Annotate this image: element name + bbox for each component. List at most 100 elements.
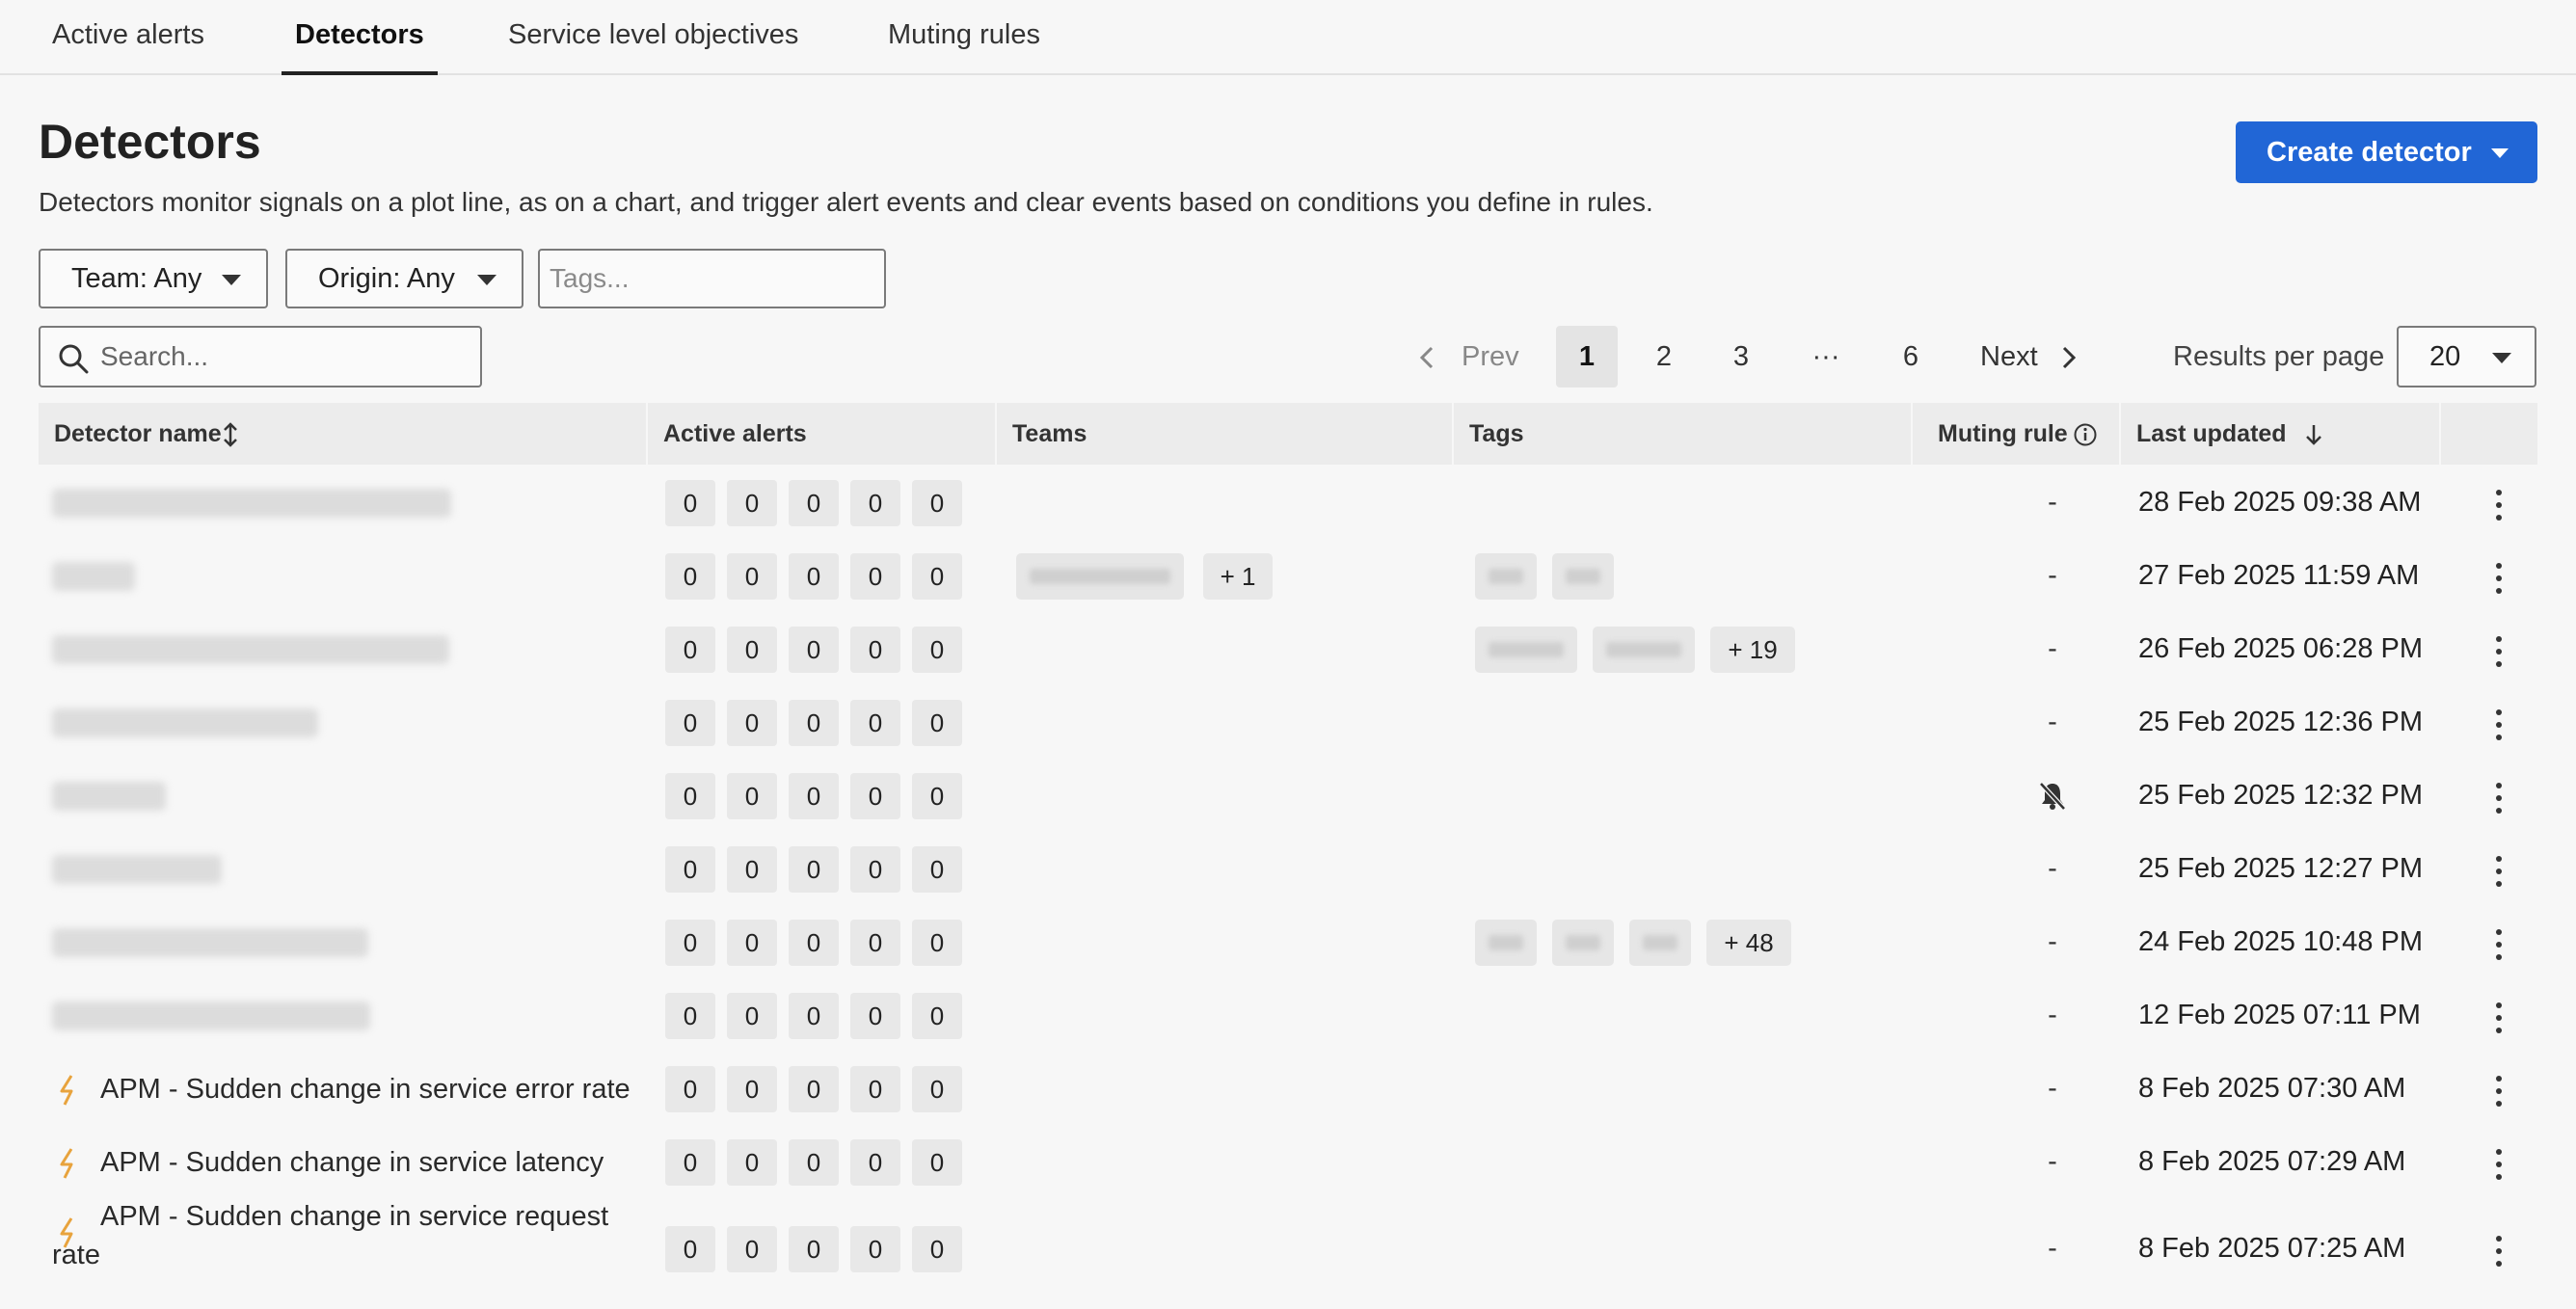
tag-chip-redacted[interactable] xyxy=(1629,920,1691,966)
tag-chip-redacted[interactable] xyxy=(1552,553,1614,600)
detector-name-link[interactable]: APM - Sudden change in service latency xyxy=(100,1143,604,1182)
alert-count-badge: 0 xyxy=(727,627,777,673)
alert-count-badge: 0 xyxy=(789,920,839,966)
tab-active-alerts[interactable]: Active alerts xyxy=(39,0,218,75)
bell-slash-icon[interactable] xyxy=(2038,781,2067,812)
prev-page-button[interactable]: Prev xyxy=(1413,326,1529,387)
detector-name-redacted[interactable] xyxy=(52,708,318,737)
alert-count-badge: 0 xyxy=(789,993,839,1039)
chevron-left-icon xyxy=(1419,346,1434,369)
alert-count-badge: 0 xyxy=(665,627,715,673)
next-page-button[interactable]: Next xyxy=(1967,326,2092,387)
alert-count-badge: 0 xyxy=(912,1139,962,1186)
tag-chip-redacted[interactable] xyxy=(1475,920,1537,966)
last-updated-value: 25 Feb 2025 12:36 PM xyxy=(2138,707,2424,737)
table-header: Detector name Active alerts Teams Tags M… xyxy=(39,403,2537,465)
detector-name-redacted[interactable] xyxy=(52,928,368,957)
detector-name-redacted[interactable] xyxy=(52,489,451,518)
detector-name-link[interactable]: APM - Sudden change in service request ra… xyxy=(52,1197,608,1274)
kebab-menu-icon[interactable] xyxy=(2487,1232,2510,1270)
tag-chip-redacted[interactable] xyxy=(1475,553,1537,600)
page-2-button[interactable]: 2 xyxy=(1633,326,1695,387)
origin-filter-dropdown[interactable]: Origin: Any xyxy=(285,249,523,308)
kebab-menu-icon[interactable] xyxy=(2487,779,2510,817)
kebab-menu-icon[interactable] xyxy=(2487,486,2510,524)
results-per-page-value: 20 xyxy=(2429,340,2461,372)
info-icon[interactable] xyxy=(2073,422,2098,447)
kebab-menu-icon[interactable] xyxy=(2487,706,2510,744)
prev-label: Prev xyxy=(1462,341,1519,372)
caret-down-icon xyxy=(222,275,241,285)
tab-service-level-objectives[interactable]: Service level objectives xyxy=(495,0,812,75)
page-ellipsis: ··· xyxy=(1811,341,1840,372)
muting-rule-value: - xyxy=(2048,1146,2057,1177)
team-filter-dropdown[interactable]: Team: Any xyxy=(39,249,268,308)
chevron-right-icon xyxy=(2062,346,2077,369)
alert-count-badge: 0 xyxy=(912,700,962,746)
page-6-button[interactable]: 6 xyxy=(1880,326,1942,387)
muting-rule-value: - xyxy=(2048,487,2057,518)
kebab-menu-icon[interactable] xyxy=(2487,852,2510,891)
column-label: Detector name xyxy=(54,420,222,447)
muting-rule-value: - xyxy=(2048,1000,2057,1030)
kebab-menu-icon[interactable] xyxy=(2487,632,2510,671)
alert-count-badge: 0 xyxy=(912,993,962,1039)
lightning-icon xyxy=(60,1148,73,1179)
alert-count-badge: 0 xyxy=(665,993,715,1039)
results-per-page-dropdown[interactable]: 20 xyxy=(2397,326,2536,387)
alert-count-badge: 0 xyxy=(665,920,715,966)
search-input[interactable] xyxy=(100,335,467,378)
last-updated-value: 8 Feb 2025 07:25 AM xyxy=(2138,1233,2406,1264)
arrow-down-icon xyxy=(2306,425,2321,445)
last-updated-value: 8 Feb 2025 07:30 AM xyxy=(2138,1073,2406,1104)
team-more-chip[interactable]: + 1 xyxy=(1203,553,1273,600)
kebab-menu-icon[interactable] xyxy=(2487,1145,2510,1184)
tag-chip-redacted[interactable] xyxy=(1475,627,1577,673)
kebab-menu-icon[interactable] xyxy=(2487,999,2510,1037)
kebab-menu-icon[interactable] xyxy=(2487,559,2510,598)
detector-name-redacted[interactable] xyxy=(52,855,222,884)
column-header-last-updated[interactable]: Last updated xyxy=(2121,403,2441,465)
page-title: Detectors xyxy=(39,115,261,169)
tags-input[interactable] xyxy=(538,249,886,308)
alert-count-badge: 0 xyxy=(850,773,900,819)
page-description: Detectors monitor signals on a plot line… xyxy=(39,187,1653,217)
tab-muting-rules[interactable]: Muting rules xyxy=(874,0,1054,75)
origin-filter-label: Origin: Any xyxy=(318,262,455,294)
column-header-detector-name[interactable]: Detector name xyxy=(39,403,648,465)
results-per-page-label: Results per page xyxy=(2173,341,2385,372)
kebab-menu-icon[interactable] xyxy=(2487,925,2510,964)
page-1-button[interactable]: 1 xyxy=(1556,326,1618,387)
alert-count-badge: 0 xyxy=(850,1139,900,1186)
team-chip-redacted[interactable] xyxy=(1016,553,1184,600)
search-box[interactable] xyxy=(39,326,482,387)
detector-name-redacted[interactable] xyxy=(52,562,135,591)
alert-count-badge: 0 xyxy=(727,553,777,600)
alert-count-badge: 0 xyxy=(850,700,900,746)
create-detector-button[interactable]: Create detector xyxy=(2236,121,2537,183)
tag-more-chip[interactable]: + 19 xyxy=(1710,627,1795,673)
detector-name-redacted[interactable] xyxy=(52,782,166,811)
alert-count-badge: 0 xyxy=(850,1226,900,1272)
detector-name-link[interactable]: APM - Sudden change in service error rat… xyxy=(100,1070,631,1109)
tab-detectors[interactable]: Detectors xyxy=(282,0,438,75)
column-header-teams: Teams xyxy=(997,403,1454,465)
alert-count-badge: 0 xyxy=(912,480,962,526)
caret-down-icon[interactable] xyxy=(2491,148,2509,158)
alert-count-badge: 0 xyxy=(789,1139,839,1186)
muting-rule-value: - xyxy=(2048,1073,2057,1104)
alert-count-badge: 0 xyxy=(727,1226,777,1272)
muting-rule-value: - xyxy=(2048,1233,2057,1264)
alert-count-badge: 0 xyxy=(912,553,962,600)
tag-more-chip[interactable]: + 48 xyxy=(1706,920,1791,966)
column-label: Last updated xyxy=(2136,420,2287,447)
tag-chip-redacted[interactable] xyxy=(1593,627,1695,673)
tag-chip-redacted[interactable] xyxy=(1552,920,1614,966)
detector-name-redacted[interactable] xyxy=(52,1002,370,1030)
detector-name-redacted[interactable] xyxy=(52,635,449,664)
alert-count-badge: 0 xyxy=(912,1066,962,1112)
alert-count-badge: 0 xyxy=(789,553,839,600)
kebab-menu-icon[interactable] xyxy=(2487,1072,2510,1110)
alert-count-badge: 0 xyxy=(912,920,962,966)
page-3-button[interactable]: 3 xyxy=(1710,326,1772,387)
